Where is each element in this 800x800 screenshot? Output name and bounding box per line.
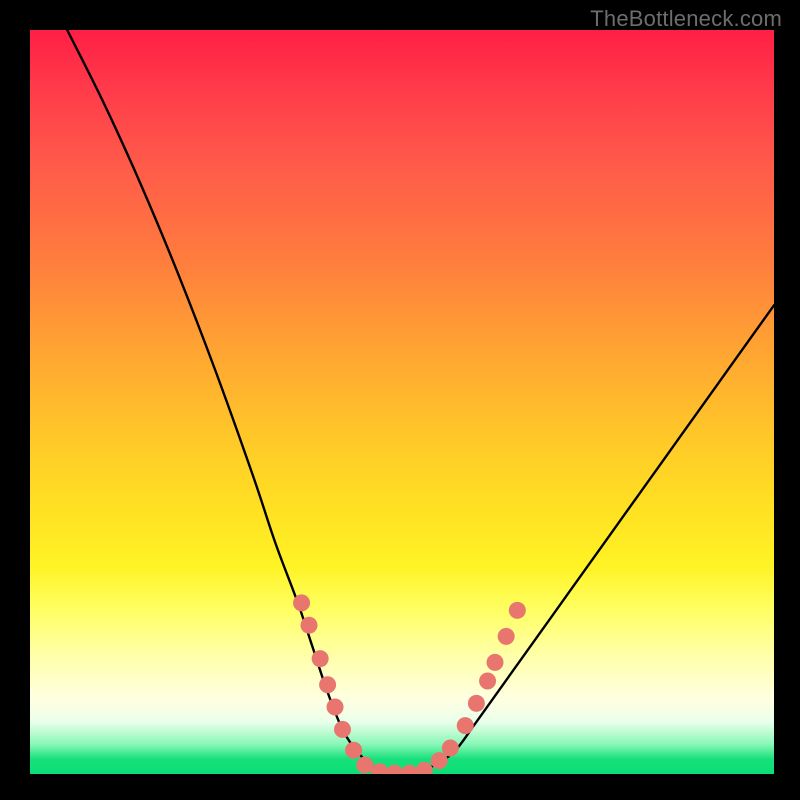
curve-svg — [30, 30, 774, 774]
curve-marker — [416, 762, 433, 774]
curve-marker — [498, 628, 515, 645]
curve-marker — [334, 721, 351, 738]
curve-marker — [345, 742, 362, 759]
curve-markers — [293, 594, 526, 774]
watermark-text: TheBottleneck.com — [590, 6, 782, 32]
chart-frame: TheBottleneck.com — [0, 0, 800, 800]
curve-marker — [386, 765, 403, 774]
curve-marker — [457, 717, 474, 734]
curve-marker — [319, 676, 336, 693]
curve-marker — [509, 602, 526, 619]
curve-marker — [487, 654, 504, 671]
curve-marker — [468, 695, 485, 712]
curve-marker — [479, 673, 496, 690]
curve-marker — [301, 617, 318, 634]
curve-marker — [401, 765, 418, 774]
curve-marker — [356, 757, 373, 774]
curve-marker — [312, 650, 329, 667]
curve-marker — [293, 594, 310, 611]
plot-area — [30, 30, 774, 774]
bottleneck-curve — [67, 30, 774, 774]
curve-marker — [327, 699, 344, 716]
curve-marker — [442, 739, 459, 756]
curve-marker — [371, 763, 388, 774]
